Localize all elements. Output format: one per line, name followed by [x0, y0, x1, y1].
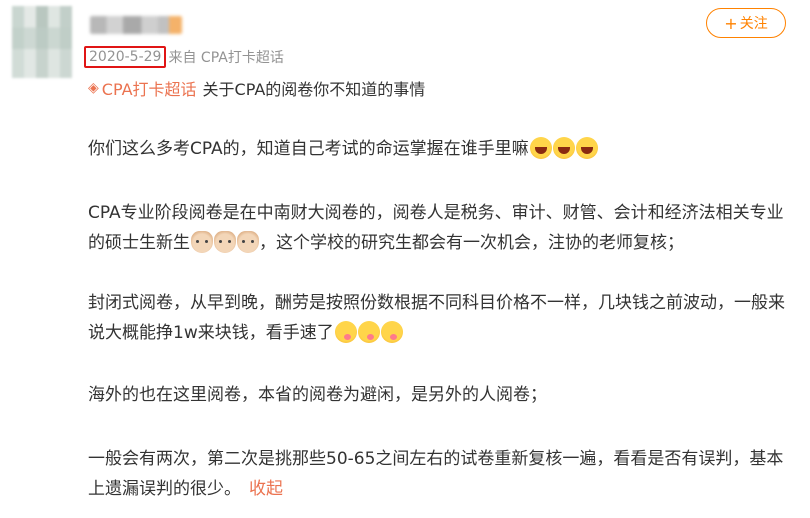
paragraph-text: 海外的也在这里阅卷，本省的阅卷为避闲，是另外的人阅卷； — [88, 385, 547, 405]
paragraph-4: 海外的也在这里阅卷，本省的阅卷为避闲，是另外的人阅卷； — [88, 380, 788, 410]
diamond-icon: ◈ — [88, 80, 99, 96]
post-title: 关于CPA的阅卷你不知道的事情 — [202, 80, 426, 99]
username-blurred[interactable] — [90, 16, 182, 34]
laugh-emoji-icon — [575, 137, 598, 159]
topic-line: ◈ CPA打卡超话 关于CPA的阅卷你不知道的事情 — [88, 76, 425, 100]
paragraph-5: 一般会有两次，第二次是挑那些50-65之间左右的试卷重新复核一遍，看看是否有误判… — [88, 444, 788, 504]
post-source[interactable]: 来自 CPA打卡超话 — [168, 47, 283, 67]
follow-button[interactable]: + 关注 — [706, 8, 786, 38]
laugh-emoji-icon — [552, 137, 575, 159]
paragraph-1: 你们这么多考CPA的，知道自己考试的命运掌握在谁手里嘛 — [88, 134, 788, 164]
paragraph-text: 你们这么多考CPA的，知道自己考试的命运掌握在谁手里嘛 — [88, 139, 529, 159]
plus-icon: + — [724, 13, 738, 33]
avatar[interactable] — [12, 6, 72, 78]
post-date[interactable]: 2020-5-29 — [84, 46, 167, 68]
follow-label: 关注 — [739, 16, 768, 32]
cat-emoji-icon — [191, 231, 213, 253]
paragraph-3: 封闭式阅卷，从早到晚，酬劳是按照份数根据不同科目价格不一样，几块钱之前波动，一般… — [88, 288, 788, 348]
cat-emoji-icon — [214, 231, 236, 253]
yum-emoji-icon — [334, 321, 357, 343]
paragraph-text: ，这个学校的研究生都会有一次机会，注协的老师复核； — [259, 233, 684, 253]
paragraph-2: CPA专业阶段阅卷是在中南财大阅卷的，阅卷人是税务、审计、财管、会计和经济法相关… — [88, 198, 788, 258]
cat-emoji-icon — [237, 231, 259, 253]
yum-emoji-icon — [380, 321, 403, 343]
paragraph-text: 一般会有两次，第二次是挑那些50-65之间左右的试卷重新复核一遍，看看是否有误判… — [88, 449, 784, 499]
post-meta: 2020-5-29 来自 CPA打卡超话 — [84, 44, 284, 70]
yum-emoji-icon — [357, 321, 380, 343]
paragraph-text: 封闭式阅卷，从早到晚，酬劳是按照份数根据不同科目价格不一样，几块钱之前波动，一般… — [88, 293, 785, 343]
laugh-emoji-icon — [529, 137, 552, 159]
collapse-link[interactable]: 收起 — [249, 479, 283, 499]
topic-link[interactable]: CPA打卡超话 — [102, 76, 197, 100]
